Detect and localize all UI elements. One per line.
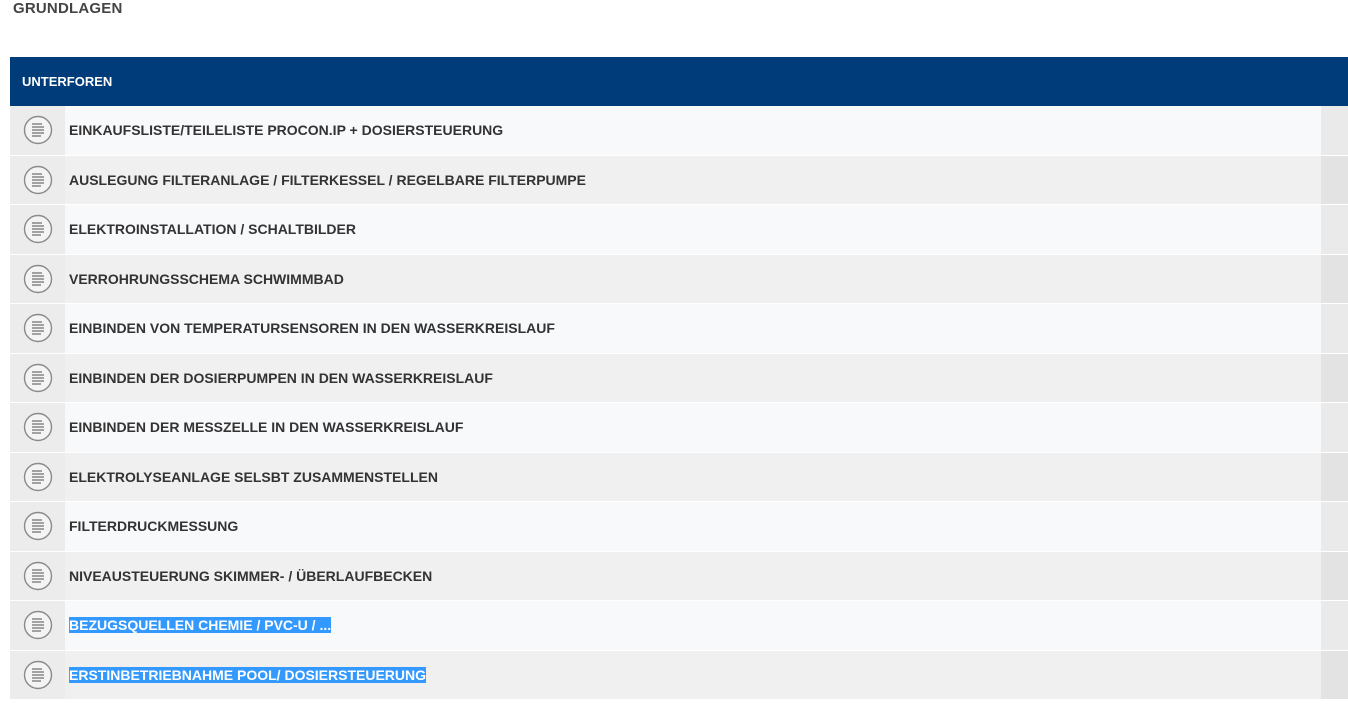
subforum-row: NIVEAUSTEUERUNG SKIMMER- / ÜBERLAUFBECKE… bbox=[10, 551, 1348, 601]
subforum-title-cell: EINBINDEN VON TEMPERATURSENSOREN IN DEN … bbox=[65, 304, 1321, 353]
forum-doc-icon bbox=[23, 116, 52, 145]
subforum-row: EINBINDEN DER MESSZELLE IN DEN WASSERKRE… bbox=[10, 403, 1348, 453]
subforum-link[interactable]: NIVEAUSTEUERUNG SKIMMER- / ÜBERLAUFBECKE… bbox=[69, 568, 432, 584]
subforum-link[interactable]: EINKAUFSLISTE/TEILELISTE PROCON.IP + DOS… bbox=[69, 122, 503, 138]
subforum-icon-cell bbox=[10, 452, 65, 501]
subforum-row: AUSLEGUNG FILTERANLAGE / FILTERKESSEL / … bbox=[10, 155, 1348, 205]
forum-doc-icon bbox=[23, 165, 52, 194]
subforum-row: FILTERDRUCKMESSUNG bbox=[10, 502, 1348, 552]
forum-doc-icon bbox=[23, 314, 52, 343]
subforum-link[interactable]: EINBINDEN DER MESSZELLE IN DEN WASSERKRE… bbox=[69, 419, 463, 435]
subforum-table-header: UNTERFOREN bbox=[10, 57, 1348, 106]
subforum-row: BEZUGSQUELLEN CHEMIE / PVC-U / ... bbox=[10, 601, 1348, 651]
subforum-side-cell bbox=[1321, 551, 1348, 600]
subforum-title-cell: AUSLEGUNG FILTERANLAGE / FILTERKESSEL / … bbox=[65, 155, 1321, 204]
subforum-link[interactable]: ELEKTROLYSEANLAGE SELSBT ZUSAMMENSTELLEN bbox=[69, 469, 438, 485]
subforum-link[interactable]: ERSTINBETRIEBNAHME POOL/ DOSIERSTEUERUNG bbox=[69, 666, 427, 683]
subforum-row: VERROHRUNGSSCHEMA SCHWIMMBAD bbox=[10, 254, 1348, 304]
subforum-title-cell: EINBINDEN DER DOSIERPUMPEN IN DEN WASSER… bbox=[65, 353, 1321, 402]
subforum-icon-cell bbox=[10, 601, 65, 650]
subforum-side-cell bbox=[1321, 403, 1348, 452]
subforum-link[interactable]: EINBINDEN VON TEMPERATURSENSOREN IN DEN … bbox=[69, 320, 555, 336]
subforum-title-cell: FILTERDRUCKMESSUNG bbox=[65, 502, 1321, 551]
subforum-icon-cell bbox=[10, 353, 65, 402]
subforum-link[interactable]: ELEKTROINSTALLATION / SCHALTBILDER bbox=[69, 221, 356, 237]
subforum-title-cell: BEZUGSQUELLEN CHEMIE / PVC-U / ... bbox=[65, 601, 1321, 650]
subforum-side-cell bbox=[1321, 601, 1348, 650]
subforum-side-cell bbox=[1321, 205, 1348, 254]
subforum-title-cell: EINBINDEN DER MESSZELLE IN DEN WASSERKRE… bbox=[65, 403, 1321, 452]
subforum-side-cell bbox=[1321, 353, 1348, 402]
subforum-title-cell: VERROHRUNGSSCHEMA SCHWIMMBAD bbox=[65, 254, 1321, 303]
subforum-row: EINBINDEN VON TEMPERATURSENSOREN IN DEN … bbox=[10, 304, 1348, 354]
forum-doc-icon bbox=[23, 363, 52, 392]
subforum-list: EINKAUFSLISTE/TEILELISTE PROCON.IP + DOS… bbox=[10, 106, 1348, 700]
subforum-title-cell: EINKAUFSLISTE/TEILELISTE PROCON.IP + DOS… bbox=[65, 106, 1321, 155]
subforum-icon-cell bbox=[10, 106, 65, 155]
subforum-link[interactable]: VERROHRUNGSSCHEMA SCHWIMMBAD bbox=[69, 271, 344, 287]
subforum-side-cell bbox=[1321, 304, 1348, 353]
subforum-side-cell bbox=[1321, 452, 1348, 501]
subforum-title-cell: ELEKTROLYSEANLAGE SELSBT ZUSAMMENSTELLEN bbox=[65, 452, 1321, 501]
forum-doc-icon bbox=[23, 660, 52, 689]
forum-doc-icon bbox=[23, 561, 52, 590]
subforum-side-cell bbox=[1321, 155, 1348, 204]
forum-doc-icon bbox=[23, 413, 52, 442]
subforum-link[interactable]: AUSLEGUNG FILTERANLAGE / FILTERKESSEL / … bbox=[69, 172, 586, 188]
forum-doc-icon bbox=[23, 611, 52, 640]
subforum-row: EINBINDEN DER DOSIERPUMPEN IN DEN WASSER… bbox=[10, 353, 1348, 403]
forum-doc-icon bbox=[23, 462, 52, 491]
subforum-side-cell bbox=[1321, 502, 1348, 551]
subforum-row: EINKAUFSLISTE/TEILELISTE PROCON.IP + DOS… bbox=[10, 106, 1348, 156]
page-title: GRUNDLAGEN bbox=[13, 0, 123, 17]
subforum-link[interactable]: EINBINDEN DER DOSIERPUMPEN IN DEN WASSER… bbox=[69, 370, 493, 386]
subforum-link[interactable]: FILTERDRUCKMESSUNG bbox=[69, 518, 238, 534]
subforum-side-cell bbox=[1321, 254, 1348, 303]
forum-doc-icon bbox=[23, 512, 52, 541]
subforum-side-cell bbox=[1321, 650, 1348, 699]
subforum-icon-cell bbox=[10, 551, 65, 600]
subforum-icon-cell bbox=[10, 254, 65, 303]
subforum-title-cell: NIVEAUSTEUERUNG SKIMMER- / ÜBERLAUFBECKE… bbox=[65, 551, 1321, 600]
subforum-row: ELEKTROLYSEANLAGE SELSBT ZUSAMMENSTELLEN bbox=[10, 452, 1348, 502]
subforum-icon-cell bbox=[10, 403, 65, 452]
subforum-icon-cell bbox=[10, 155, 65, 204]
subforum-title-cell: ERSTINBETRIEBNAHME POOL/ DOSIERSTEUERUNG bbox=[65, 650, 1321, 699]
subforum-link[interactable]: BEZUGSQUELLEN CHEMIE / PVC-U / ... bbox=[69, 617, 332, 634]
subforum-icon-cell bbox=[10, 650, 65, 699]
subforum-title-cell: ELEKTROINSTALLATION / SCHALTBILDER bbox=[65, 205, 1321, 254]
subforum-icon-cell bbox=[10, 502, 65, 551]
forum-doc-icon bbox=[23, 215, 52, 244]
subforum-row: ELEKTROINSTALLATION / SCHALTBILDER bbox=[10, 205, 1348, 255]
subforum-table: UNTERFOREN EINKAUFSLISTE/TEILELISTE PROC… bbox=[10, 57, 1348, 700]
subforum-side-cell bbox=[1321, 106, 1348, 155]
subforum-icon-cell bbox=[10, 205, 65, 254]
subforum-row: ERSTINBETRIEBNAHME POOL/ DOSIERSTEUERUNG bbox=[10, 650, 1348, 700]
forum-doc-icon bbox=[23, 264, 52, 293]
subforum-icon-cell bbox=[10, 304, 65, 353]
